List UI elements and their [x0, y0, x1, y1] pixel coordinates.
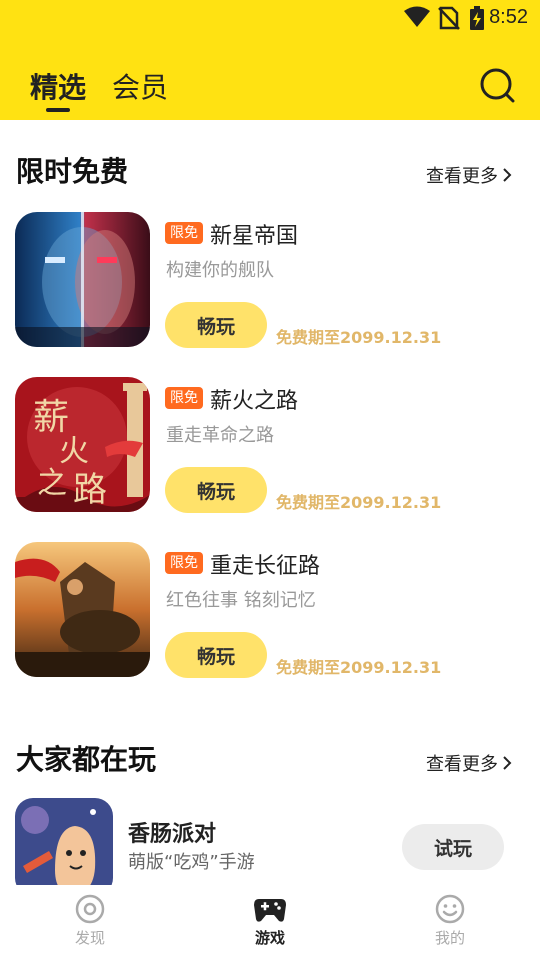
try-button[interactable]: 试玩	[402, 824, 504, 870]
wifi-icon	[404, 6, 430, 32]
game-subtitle: 红色往事 铭刻记忆	[166, 590, 316, 611]
no-sim-icon	[438, 6, 460, 34]
game-thumbnail[interactable]	[15, 542, 150, 677]
nav-item-games[interactable]: 游戏	[220, 893, 320, 948]
game-subtitle: 构建你的舰队	[166, 260, 274, 281]
limited-free-badge: 限免	[165, 552, 203, 574]
game-title: 重走长征路	[210, 554, 321, 579]
list-item[interactable]: 香肠派对 萌版“吃鸡”手游 试玩	[0, 798, 540, 896]
section-title-limited-free: 限时免费	[16, 155, 129, 188]
limited-free-more-link[interactable]: 查看更多	[426, 162, 512, 188]
nav-label: 发现	[74, 929, 105, 947]
nav-label: 游戏	[254, 929, 285, 947]
svg-text:火: 火	[59, 434, 89, 469]
gamepad-icon	[254, 899, 286, 922]
limited-free-badge: 限免	[165, 222, 203, 244]
game-title: 新星帝国	[210, 224, 299, 249]
chevron-right-icon	[503, 168, 512, 182]
free-until-text: 免费期至2099.12.31	[276, 493, 442, 512]
play-button[interactable]: 畅玩	[165, 302, 267, 348]
play-button[interactable]: 畅玩	[165, 632, 267, 678]
game-subtitle: 萌版“吃鸡”手游	[128, 852, 255, 873]
svg-text:路: 路	[73, 470, 107, 510]
free-until-text: 免费期至2099.12.31	[276, 658, 442, 677]
play-button[interactable]: 畅玩	[165, 467, 267, 513]
game-subtitle: 重走革命之路	[166, 425, 274, 446]
list-item[interactable]: 薪 火 之 路 限免 薪火之路 重走革命之路 畅玩 免费期至2099.12.31	[0, 377, 540, 517]
bottom-nav: 发现 游戏 我的	[0, 885, 540, 960]
top-tabs: 精选 会员	[30, 66, 168, 112]
search-icon[interactable]	[480, 68, 516, 104]
top-header: 8:52 精选 会员	[0, 0, 540, 120]
svg-text:薪: 薪	[33, 397, 69, 438]
game-thumbnail[interactable]	[15, 212, 150, 347]
chevron-right-icon	[503, 756, 512, 770]
game-title: 香肠派对	[128, 822, 217, 847]
free-until-text: 免费期至2099.12.31	[276, 328, 442, 347]
tab-featured[interactable]: 精选	[30, 66, 86, 112]
status-bar: 8:52	[0, 0, 540, 36]
nav-item-mine[interactable]: 我的	[400, 893, 500, 948]
status-time: 8:52	[489, 6, 528, 28]
game-thumbnail[interactable]: 薪 火 之 路	[15, 377, 150, 512]
more-label: 查看更多	[426, 166, 498, 187]
battery-charging-icon	[470, 6, 484, 34]
disc-icon	[75, 894, 105, 924]
more-label: 查看更多	[426, 754, 498, 775]
section-title-popular: 大家都在玩	[16, 743, 157, 776]
popular-more-link[interactable]: 查看更多	[426, 750, 512, 776]
game-title: 薪火之路	[210, 389, 299, 414]
game-thumbnail[interactable]	[15, 798, 113, 896]
list-item[interactable]: 限免 新星帝国 构建你的舰队 畅玩 免费期至2099.12.31	[0, 212, 540, 352]
nav-label: 我的	[434, 929, 465, 947]
limited-free-badge: 限免	[165, 387, 203, 409]
nav-item-discover[interactable]: 发现	[40, 893, 140, 948]
smiley-icon	[435, 894, 465, 924]
svg-text:之: 之	[37, 466, 67, 501]
tab-membership[interactable]: 会员	[112, 66, 168, 106]
list-item[interactable]: 限免 重走长征路 红色往事 铭刻记忆 畅玩 免费期至2099.12.31	[0, 542, 540, 682]
